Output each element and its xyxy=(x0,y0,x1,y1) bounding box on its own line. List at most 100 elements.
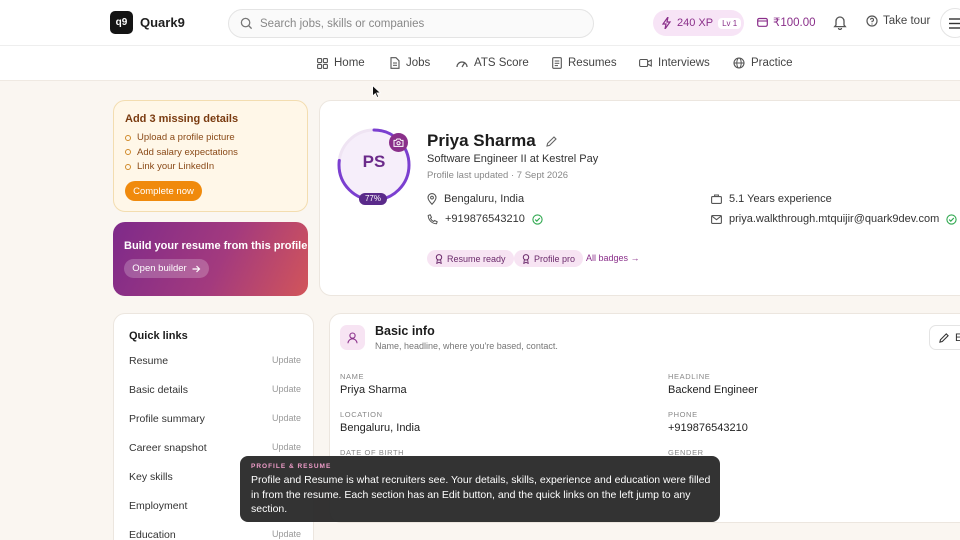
nav-interviews[interactable]: Interviews xyxy=(639,57,710,69)
email-text: priya.walkthrough.mtquijir@quark9dev.com xyxy=(729,213,940,225)
circle-icon xyxy=(125,149,131,155)
mail-icon xyxy=(711,214,722,224)
nav-resumes[interactable]: Resumes xyxy=(552,57,617,69)
profile-experience: 5.1 Years experience xyxy=(711,193,832,205)
bolt-icon xyxy=(662,17,672,29)
gauge-icon xyxy=(456,61,468,68)
quick-link-career-snapshot[interactable]: Career snapshot Update xyxy=(129,442,301,454)
phone-text: +919876543210 xyxy=(445,213,525,225)
level-badge: Lv 1 xyxy=(718,17,742,29)
field-label-phone: PHONE xyxy=(668,410,698,419)
bell-icon[interactable] xyxy=(833,14,847,30)
field-label-headline: HEADLINE xyxy=(668,372,711,381)
resume-icon xyxy=(552,57,562,69)
profile-location: Bengaluru, India xyxy=(427,193,524,205)
field-value-name: Priya Sharma xyxy=(340,384,407,396)
tour-tooltip: PROFILE & RESUME Profile and Resume is w… xyxy=(240,456,720,522)
globe-icon xyxy=(733,57,745,69)
profile-updated: Profile last updated · 7 Sept 2026 xyxy=(427,170,569,181)
nav-jobs-label: Jobs xyxy=(406,57,431,69)
edit-label: E xyxy=(955,331,960,344)
completion-percent-badge: 77% xyxy=(359,193,387,205)
missing-details-card: Add 3 missing details Upload a profile p… xyxy=(113,100,308,212)
profile-name-text: Priya Sharma xyxy=(427,131,536,150)
circle-icon xyxy=(125,163,131,170)
quick-link-basic-details[interactable]: Basic details Update xyxy=(129,384,301,396)
missing-details-list: Upload a profile picture Add salary expe… xyxy=(125,132,238,176)
open-builder-button[interactable]: Open builder xyxy=(124,259,209,278)
mouse-cursor-icon xyxy=(372,85,381,98)
badge-resume-ready[interactable]: Resume ready xyxy=(427,250,514,267)
xp-badge[interactable]: 240 XP Lv 1 xyxy=(653,10,744,36)
profile-role: Software Engineer II at Kestrel Pay xyxy=(427,153,599,165)
nav-resumes-label: Resumes xyxy=(568,57,617,69)
nav-jobs[interactable]: Jobs xyxy=(390,57,430,69)
nav-interviews-label: Interviews xyxy=(658,57,710,69)
search-bar[interactable] xyxy=(228,9,594,38)
search-icon xyxy=(240,17,253,30)
wallet-amount: ₹100.00 xyxy=(773,17,816,29)
quick-link-profile-summary[interactable]: Profile summary Update xyxy=(129,413,301,425)
edit-pencil-icon xyxy=(939,332,949,343)
logo-mark[interactable]: q9 xyxy=(110,11,133,34)
top-bar: q9 Quark9 240 XP Lv 1 ₹100.00 Take tour xyxy=(0,0,960,46)
camera-icon xyxy=(393,138,404,147)
nav-home[interactable]: Home xyxy=(317,57,365,69)
tooltip-heading: PROFILE & RESUME xyxy=(251,463,332,470)
profile-card xyxy=(319,100,960,296)
document-icon xyxy=(390,57,400,69)
avatar-initials[interactable]: PS xyxy=(336,152,412,172)
briefcase-icon xyxy=(711,194,722,204)
award-icon xyxy=(435,253,443,264)
nav-ats-label: ATS Score xyxy=(474,57,529,69)
phone-icon xyxy=(427,213,438,224)
complete-now-button[interactable]: Complete now xyxy=(125,181,202,201)
circle-icon xyxy=(125,134,131,141)
quick-link-resume[interactable]: Resume Update xyxy=(129,355,301,367)
nav-practice-label: Practice xyxy=(751,57,793,69)
main-nav: Home Jobs ATS Score Resumes Interviews P… xyxy=(0,46,960,81)
hamburger-icon xyxy=(949,18,960,29)
all-badges-link[interactable]: All badges → xyxy=(586,253,640,263)
nav-ats-score[interactable]: ATS Score xyxy=(456,57,529,69)
experience-text: 5.1 Years experience xyxy=(729,193,832,205)
field-label-name: NAME xyxy=(340,372,365,381)
edit-basic-info-button[interactable]: E xyxy=(929,325,960,350)
location-pin-icon xyxy=(427,193,437,205)
change-photo-button[interactable] xyxy=(389,133,408,152)
award-icon xyxy=(522,253,530,264)
resume-builder-card: Build your resume from this profile Open… xyxy=(113,222,308,296)
search-input[interactable] xyxy=(260,16,580,32)
basic-info-title: Basic info xyxy=(375,324,435,338)
video-icon xyxy=(639,58,652,68)
grid-icon xyxy=(317,57,328,69)
profile-phone: +919876543210 xyxy=(427,213,543,225)
profile-name: Priya Sharma xyxy=(427,131,557,151)
quick-link-education[interactable]: Education Update xyxy=(129,529,301,540)
brand-name[interactable]: Quark9 xyxy=(140,15,185,30)
list-item[interactable]: Link your LinkedIn xyxy=(125,161,238,172)
menu-button[interactable] xyxy=(940,8,960,38)
field-label-location: LOCATION xyxy=(340,410,383,419)
basic-info-icon-box xyxy=(340,325,365,350)
quick-links-title: Quick links xyxy=(129,330,188,342)
take-tour-label: Take tour xyxy=(883,15,931,27)
verified-check-icon xyxy=(532,213,543,225)
list-item[interactable]: Add salary expectations xyxy=(125,147,238,158)
field-value-location: Bengaluru, India xyxy=(340,422,421,434)
edit-pencil-icon[interactable] xyxy=(545,135,557,147)
field-value-headline: Backend Engineer xyxy=(668,384,758,396)
user-icon xyxy=(347,331,358,343)
list-item[interactable]: Upload a profile picture xyxy=(125,132,238,143)
open-builder-label: Open builder xyxy=(132,263,187,274)
profile-email: priya.walkthrough.mtquijir@quark9dev.com xyxy=(711,213,957,225)
badge-profile-pro[interactable]: Profile pro xyxy=(514,250,584,267)
nav-home-label: Home xyxy=(334,57,365,69)
nav-practice[interactable]: Practice xyxy=(733,57,793,69)
help-circle-icon xyxy=(866,15,878,27)
verified-check-icon xyxy=(946,213,957,225)
take-tour-button[interactable]: Take tour xyxy=(866,15,930,27)
xp-value: 240 XP xyxy=(677,17,714,29)
wallet-balance[interactable]: ₹100.00 xyxy=(757,15,816,29)
wallet-icon xyxy=(757,17,768,27)
